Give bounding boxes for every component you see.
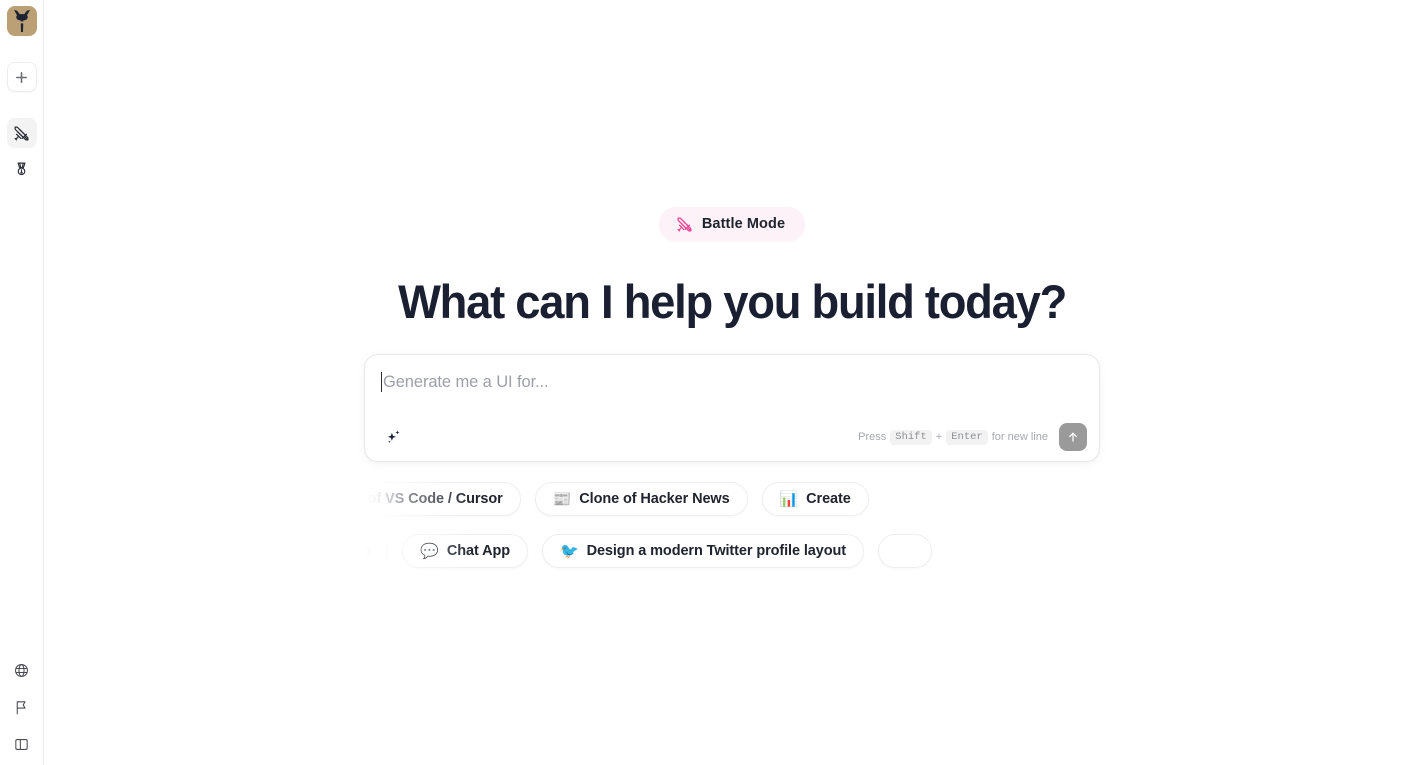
app-logo[interactable] — [6, 6, 37, 36]
globe-icon — [15, 663, 28, 677]
logo-creature-icon — [13, 10, 30, 32]
chip-label: Clone of Hacker News — [579, 491, 730, 508]
hint-prefix: Press — [858, 431, 887, 444]
battle-mode-badge-label: Battle Mode — [701, 216, 786, 232]
suggestion-chip[interactable]: 📊 Create — [761, 482, 869, 517]
composer-footer-right: Press Shift + Enter for new line — [858, 423, 1087, 452]
newline-hint: Press Shift + Enter for new line — [858, 430, 1048, 445]
center-column: Battle Mode What can I help you build to… — [364, 207, 1100, 588]
sidebar-item-feedback[interactable] — [7, 692, 37, 722]
chip-label: Clone of VS Code / Cursor — [364, 491, 503, 508]
hint-suffix: for new line — [991, 431, 1048, 444]
crossed-swords-icon — [14, 126, 29, 140]
prompt-composer[interactable]: Generate me a UI for... Press Shift + En… — [364, 354, 1100, 463]
arrow-up-icon — [1069, 432, 1077, 443]
suggestion-row-2: r Clone 📧 Email App 💬 Chat App 🐦 De — [364, 534, 1100, 569]
battle-mode-badge[interactable]: Battle Mode — [658, 207, 806, 241]
suggestion-chip[interactable] — [877, 534, 932, 569]
suggestion-chip[interactable]: 🐦 Design a modern Twitter profile layout — [542, 534, 864, 569]
page-title: What can I help you build today? — [398, 275, 1067, 328]
suggestion-row-1: a game of chess 🖼️ Clone of VS Code / Cu… — [364, 482, 1100, 517]
prompt-input-row[interactable]: Generate me a UI for... — [381, 369, 1083, 395]
main-content: Battle Mode What can I help you build to… — [44, 0, 1422, 765]
composer-footer: Press Shift + Enter for new line — [365, 413, 1099, 461]
chip-label: Email App — [364, 543, 371, 560]
sidebar-item-battle-mode[interactable] — [6, 118, 37, 148]
suggestion-chip[interactable]: 💬 Chat App — [402, 534, 528, 569]
plus-icon — [16, 71, 27, 83]
text-caret — [381, 372, 382, 393]
suggestion-chips: a game of chess 🖼️ Clone of VS Code / Cu… — [364, 480, 1100, 588]
sidebar-item-leaderboard[interactable] — [7, 154, 37, 184]
chip-emoji: 💬 — [420, 542, 439, 560]
suggestion-chip[interactable]: 📰 Clone of Hacker News — [534, 482, 748, 517]
sidebar-panel-icon — [15, 738, 28, 750]
send-button[interactable] — [1059, 423, 1087, 452]
flag-icon — [16, 700, 26, 714]
hint-plus: + — [935, 431, 943, 444]
kbd-enter: Enter — [946, 430, 988, 445]
chip-label: Chat App — [446, 543, 510, 560]
chip-label: Design a modern Twitter profile layout — [586, 543, 846, 560]
suggestion-chip[interactable]: 🖼️ Clone of VS Code / Cursor — [364, 482, 521, 517]
sidebar-item-new-chat[interactable] — [6, 62, 37, 92]
sidebar-item-toggle-panel[interactable] — [7, 729, 37, 759]
chip-emoji: 🐦 — [560, 542, 579, 560]
sparkles-icon — [387, 430, 400, 444]
enhance-prompt-button[interactable] — [382, 425, 406, 449]
suggestion-chip[interactable]: 📧 Email App — [364, 534, 389, 569]
sidebar-bottom-group — [0, 655, 43, 759]
medal-icon — [17, 162, 26, 175]
chip-emoji: 📊 — [779, 490, 799, 508]
prompt-input-placeholder[interactable]: Generate me a UI for... — [383, 373, 549, 392]
kbd-shift: Shift — [890, 430, 932, 445]
app-root: Battle Mode What can I help you build to… — [0, 0, 1422, 765]
suggestion-chips-mask: a game of chess 🖼️ Clone of VS Code / Cu… — [364, 480, 1100, 588]
crossed-swords-icon — [677, 216, 692, 232]
sidebar — [0, 0, 44, 765]
chip-emoji: 📰 — [552, 490, 572, 508]
chip-label: Create — [806, 491, 851, 508]
sidebar-item-language[interactable] — [7, 655, 37, 685]
